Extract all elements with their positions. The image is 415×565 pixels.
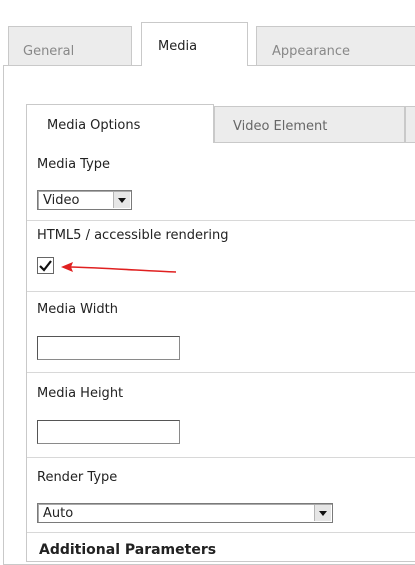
- media-type-label: Media Type: [37, 157, 111, 172]
- additional-parameters-heading: Additional Parameters: [39, 542, 217, 558]
- render-type-select[interactable]: Auto: [37, 503, 333, 523]
- media-height-label: Media Height: [37, 386, 124, 401]
- tab-appearance-label: Appearance: [272, 44, 351, 59]
- html5-rendering-label: HTML5 / accessible rendering: [37, 228, 229, 243]
- chevron-down-icon[interactable]: [314, 505, 331, 521]
- tab-overflow[interactable]: [405, 106, 415, 142]
- divider: [27, 291, 415, 292]
- media-width-label: Media Width: [37, 302, 118, 317]
- tab-appearance[interactable]: Appearance: [256, 26, 415, 65]
- tab-media[interactable]: Media: [141, 22, 248, 66]
- tab-general[interactable]: General: [8, 26, 132, 65]
- html5-rendering-checkbox[interactable]: [37, 257, 54, 274]
- divider: [27, 532, 415, 533]
- tab-video-element-label: Video Element: [233, 119, 328, 134]
- divider: [27, 220, 415, 221]
- media-width-input[interactable]: [37, 336, 180, 360]
- chevron-down-icon[interactable]: [113, 192, 130, 208]
- red-arrow-icon: [61, 262, 177, 273]
- render-type-label: Render Type: [37, 470, 118, 485]
- render-type-value: Auto: [43, 506, 74, 521]
- tab-general-label: General: [23, 44, 75, 59]
- media-type-value: Video: [43, 193, 80, 208]
- tab-media-options[interactable]: Media Options: [26, 104, 214, 143]
- divider: [27, 372, 415, 373]
- divider: [27, 457, 415, 458]
- tab-media-label: Media: [158, 39, 198, 54]
- tab-video-element[interactable]: Video Element: [214, 106, 405, 142]
- checkmark-icon: [39, 259, 52, 272]
- media-height-input[interactable]: [37, 420, 180, 444]
- tab-media-options-label: Media Options: [47, 118, 141, 133]
- media-type-select[interactable]: Video: [37, 190, 132, 210]
